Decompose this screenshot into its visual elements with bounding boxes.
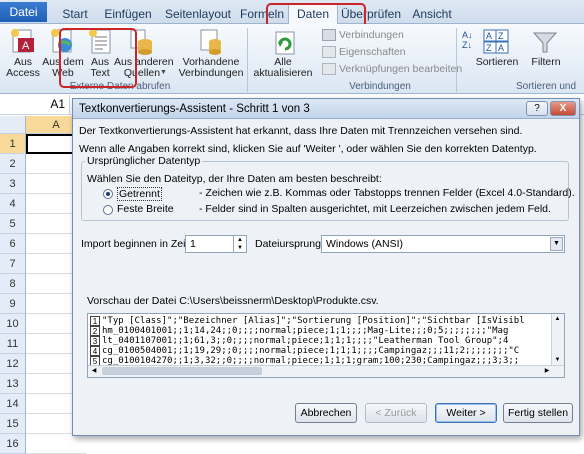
cell[interactable] <box>26 434 86 454</box>
svg-text:A: A <box>486 31 492 41</box>
dialog-title: Textkonvertierungs-Assistent - Schritt 1… <box>73 99 579 119</box>
row-header[interactable]: 12 <box>0 354 26 374</box>
radio-getrennt[interactable] <box>103 189 113 199</box>
spin-up-icon[interactable]: ▲ <box>233 236 246 244</box>
group-label-verbindungen: Verbindungen <box>349 81 411 92</box>
filter-funnel-icon <box>532 30 558 56</box>
svg-text:Z: Z <box>486 43 492 53</box>
verknuepfungen-button[interactable]: Verknüpfungen bearbeiten <box>322 62 462 76</box>
text-import-wizard-dialog: Textkonvertierungs-Assistent - Schritt 1… <box>72 98 580 436</box>
eigenschaften-label: Eigenschaften <box>339 46 406 58</box>
sortieren-button[interactable]: Sortieren <box>474 57 520 68</box>
radio-feste-breite-label[interactable]: Feste Breite <box>117 203 174 215</box>
row-header[interactable]: 9 <box>0 294 26 314</box>
horizontal-scrollbar[interactable]: ◀ ▶ <box>88 365 564 377</box>
row-header[interactable]: 8 <box>0 274 26 294</box>
preview-line-number: 2 <box>90 326 100 336</box>
radio-getrennt-desc: - Zeichen wie z.B. Kommas oder Tabstopps… <box>199 187 575 199</box>
row-header[interactable]: 13 <box>0 374 26 394</box>
intro-text-1: Der Textkonvertierungs-Assistent hat erk… <box>79 125 523 137</box>
aus-access-button[interactable]: Aus Access <box>2 57 44 79</box>
properties-icon <box>322 46 336 59</box>
svg-text:A: A <box>22 40 30 52</box>
verbindungen-label: Verbindungen <box>339 29 404 41</box>
preview-label: Vorschau der Datei C:\Users\beissnerm\De… <box>87 295 379 307</box>
edit-links-icon <box>322 63 336 76</box>
close-button[interactable]: X <box>550 101 576 116</box>
origin-select[interactable]: Windows (ANSI) ▼ <box>321 235 565 253</box>
ribbon-separator <box>456 28 457 92</box>
scrollbar-thumb[interactable] <box>102 367 262 375</box>
verknuepfungen-label: Verknüpfungen bearbeiten <box>339 63 463 75</box>
row-header[interactable]: 4 <box>0 194 26 214</box>
vorhandene-verbindungen-button[interactable]: Vorhandene Verbindungen <box>178 57 244 79</box>
import-start-value: 1 <box>190 238 196 250</box>
scroll-left-icon[interactable]: ◀ <box>89 366 99 376</box>
tab-seitenlayout[interactable]: Seitenlayout <box>160 4 236 24</box>
datatype-prompt: Wählen Sie den Dateityp, der Ihre Daten … <box>87 173 382 185</box>
radio-feste-breite-desc: - Felder sind in Spalten ausgerichtet, m… <box>199 203 551 215</box>
filtern-button[interactable]: Filtern <box>526 57 566 68</box>
import-start-spinner[interactable]: 1 ▲ ▼ <box>185 235 247 253</box>
svg-text:Z: Z <box>498 31 504 41</box>
tab-start[interactable]: Start <box>54 4 96 24</box>
preview-line-number: 3 <box>90 336 100 346</box>
group-label-sortieren: Sortieren und <box>516 81 577 92</box>
chevron-down-icon[interactable]: ▼ <box>550 237 563 251</box>
row-header[interactable]: 14 <box>0 394 26 414</box>
scroll-up-icon[interactable]: ▲ <box>553 315 562 324</box>
row-header[interactable]: 3 <box>0 174 26 194</box>
name-box[interactable]: A1 <box>0 95 70 114</box>
cancel-button[interactable]: Abbrechen <box>295 403 357 423</box>
vertical-scrollbar[interactable]: ▲ ▼ <box>551 314 564 366</box>
select-all-corner[interactable] <box>0 116 26 134</box>
row-header[interactable]: 11 <box>0 334 26 354</box>
tab-ansicht[interactable]: Ansicht <box>408 4 456 24</box>
next-button[interactable]: Weiter > <box>435 403 497 423</box>
refresh-all-icon <box>272 28 298 56</box>
radio-feste-breite[interactable] <box>103 205 113 215</box>
origin-value: Windows (ANSI) <box>326 238 404 250</box>
datatype-group-title: Ursprünglicher Datentyp <box>85 155 203 167</box>
row-header[interactable]: 6 <box>0 234 26 254</box>
sort-dialog-icon: AZZA <box>482 28 510 56</box>
preview-pane[interactable]: 1 "Typ [Class]";"Bezeichner [Alias]";"Sor… <box>87 313 565 378</box>
verbindungen-button[interactable]: Verbindungen <box>322 28 404 42</box>
origin-label: Dateiursprung: <box>255 238 324 250</box>
tab-einfuegen[interactable]: Einfügen <box>98 4 158 24</box>
row-header[interactable]: 5 <box>0 214 26 234</box>
help-button[interactable]: ? <box>526 101 548 116</box>
import-start-label: Import beginnen in Zeile: <box>81 238 197 250</box>
scroll-down-icon[interactable]: ▼ <box>553 356 562 365</box>
chevron-down-icon: ▼ <box>160 69 167 76</box>
preview-line-number: 1 <box>90 316 100 326</box>
preview-line-number: 4 <box>90 346 100 356</box>
existing-connections-icon <box>198 28 224 56</box>
spin-down-icon[interactable]: ▼ <box>233 244 246 252</box>
connections-icon <box>322 29 336 42</box>
row-header[interactable]: 16 <box>0 434 26 454</box>
finish-button[interactable]: Fertig stellen <box>503 403 573 423</box>
intro-text-2: Wenn alle Angaben korrekt sind, klicken … <box>79 143 537 155</box>
row-header[interactable]: 15 <box>0 414 26 434</box>
row-header[interactable]: 10 <box>0 314 26 334</box>
worksheet-grid: A 1 2 3 4 5 6 7 8 9 10 11 12 13 14 15 16 <box>0 116 86 454</box>
eigenschaften-button[interactable]: Eigenschaften <box>322 45 406 59</box>
highlight-aus-text <box>59 28 137 88</box>
alle-aktualisieren-button[interactable]: Alle aktualisieren <box>250 57 316 79</box>
back-button[interactable]: < Zurück <box>365 403 427 423</box>
sort-az-icon[interactable]: A↓ Z↓ <box>462 30 473 50</box>
row-header[interactable]: 7 <box>0 254 26 274</box>
row-header[interactable]: 1 <box>0 134 26 154</box>
access-database-icon: A <box>10 28 36 56</box>
ribbon-separator <box>247 28 248 92</box>
scroll-right-icon[interactable]: ▶ <box>542 366 552 376</box>
row-header[interactable]: 2 <box>0 154 26 174</box>
tab-datei[interactable]: Datei <box>0 2 47 22</box>
radio-getrennt-label[interactable]: Getrennt <box>117 187 162 201</box>
svg-text:A: A <box>498 43 504 53</box>
